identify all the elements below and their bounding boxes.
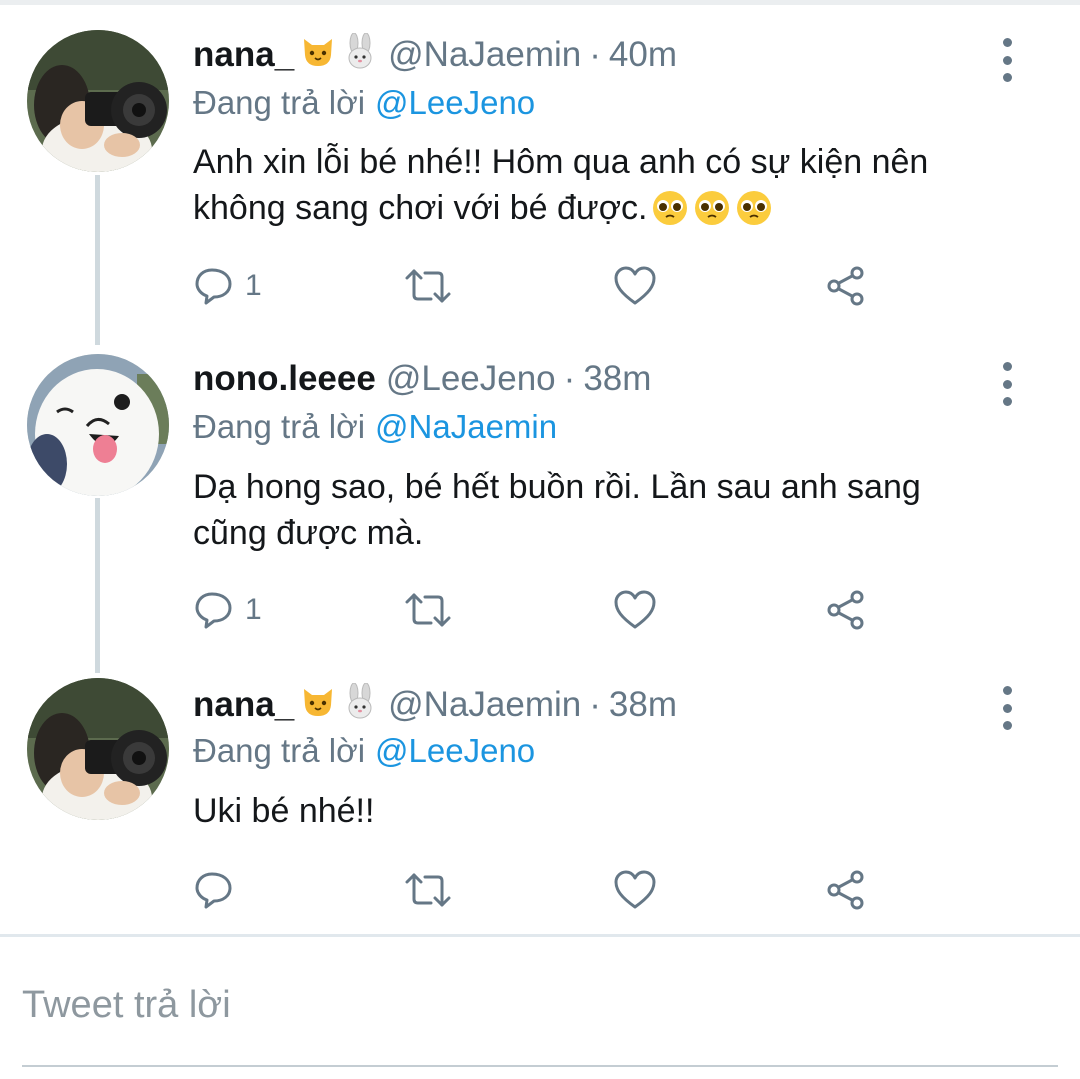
tweet-header: nana_ @NaJaemin · 40m — [193, 30, 677, 80]
replying-to-label: Đang trả lời — [193, 408, 366, 445]
rabbit-face-icon — [342, 32, 378, 78]
avatar[interactable] — [27, 678, 169, 820]
more-options-button[interactable] — [990, 362, 1024, 406]
tweet-text-line: không sang chơi với bé được. — [193, 185, 1033, 231]
more-vertical-icon — [1002, 362, 1012, 371]
tweet-header: nana_ @NaJaemin · 38m — [193, 680, 677, 730]
share-button[interactable] — [825, 868, 867, 912]
user-handle[interactable]: @NaJaemin — [388, 35, 581, 75]
retweet-icon — [405, 873, 451, 907]
replying-to-label: Đang trả lời — [193, 732, 366, 769]
tweet[interactable]: nono.leeee @LeeJeno · 38m Đang trả lời @… — [0, 330, 1080, 660]
reply-count: 1 — [245, 593, 262, 626]
tweet-text-line: Dạ hong sao, bé hết buồn rồi. Lần sau an… — [193, 468, 921, 506]
more-vertical-icon — [1002, 686, 1012, 695]
tweet-header: nono.leeee @LeeJeno · 38m — [193, 354, 651, 404]
timestamp[interactable]: 38m — [609, 685, 677, 725]
reply-button[interactable] — [193, 868, 235, 912]
more-options-button[interactable] — [990, 38, 1024, 82]
reply-count: 1 — [245, 269, 262, 302]
share-button[interactable] — [825, 264, 867, 308]
more-vertical-icon — [1002, 38, 1012, 47]
more-options-button[interactable] — [990, 686, 1024, 730]
reply-composer-underline — [22, 1065, 1058, 1067]
reply-target-link[interactable]: @LeeJeno — [375, 84, 535, 122]
tweet[interactable]: nana_ @NaJaemin · 38m Đang trả lời @LeeJ… — [0, 660, 1080, 934]
share-icon — [827, 590, 864, 630]
display-name[interactable]: nana_ — [193, 685, 294, 725]
reply-icon — [195, 592, 232, 629]
retweet-button[interactable] — [404, 868, 452, 912]
reply-composer-placeholder: Tweet trả lời — [22, 983, 231, 1026]
avatar-photo-icon — [27, 678, 169, 820]
heart-icon — [614, 870, 656, 909]
display-name[interactable]: nono.leeee — [193, 359, 376, 399]
user-handle[interactable]: @NaJaemin — [388, 685, 581, 725]
replying-to: Đang trả lời @LeeJeno — [193, 726, 535, 776]
retweet-button[interactable] — [404, 264, 452, 308]
retweet-icon — [405, 269, 451, 303]
reply-icon — [195, 872, 232, 909]
share-icon — [827, 870, 864, 910]
retweet-icon — [405, 593, 451, 627]
avatar[interactable] — [27, 30, 169, 172]
share-button[interactable] — [825, 588, 867, 632]
separator: · — [589, 685, 601, 724]
like-button[interactable] — [613, 588, 657, 632]
tweet-text: Uki bé nhé!! — [193, 788, 1033, 834]
replying-to: Đang trả lời @NaJaemin — [193, 402, 557, 452]
cat-face-icon — [300, 683, 336, 728]
tweet-text-line: Anh xin lỗi bé nhé!! Hôm qua anh có sự k… — [193, 143, 929, 181]
tweet[interactable]: nana_ @NaJaemin · 40m Đang trả lời @LeeJ… — [0, 0, 1080, 330]
replying-to: Đang trả lời @LeeJeno — [193, 78, 535, 128]
like-button[interactable] — [613, 868, 657, 912]
pleading-face-icon — [651, 189, 773, 227]
composer-divider — [0, 934, 1080, 937]
timestamp[interactable]: 40m — [609, 35, 677, 75]
reply-button[interactable]: 1 — [193, 264, 262, 308]
cat-face-icon — [300, 33, 336, 78]
reply-composer-input[interactable]: Tweet trả lời — [22, 975, 1058, 1035]
reply-target-link[interactable]: @NaJaemin — [375, 408, 557, 446]
avatar-photo-icon — [27, 30, 169, 172]
display-name[interactable]: nana_ — [193, 35, 294, 75]
avatar-photo-icon — [27, 354, 169, 496]
separator: · — [589, 35, 601, 74]
heart-icon — [614, 266, 656, 305]
tweet-text-line: cũng được mà. — [193, 514, 424, 552]
user-handle[interactable]: @LeeJeno — [386, 359, 556, 399]
like-button[interactable] — [613, 264, 657, 308]
reply-button[interactable]: 1 — [193, 588, 262, 632]
tweet-text: Anh xin lỗi bé nhé!! Hôm qua anh có sự k… — [193, 139, 1033, 231]
heart-icon — [614, 590, 656, 629]
avatar[interactable] — [27, 354, 169, 496]
separator: · — [563, 359, 576, 398]
rabbit-face-icon — [342, 682, 378, 728]
replying-to-label: Đang trả lời — [193, 84, 366, 121]
retweet-button[interactable] — [404, 588, 452, 632]
share-icon — [827, 266, 864, 306]
tweet-text: Dạ hong sao, bé hết buồn rồi. Lần sau an… — [193, 464, 1033, 556]
timestamp[interactable]: 38m — [583, 359, 651, 399]
reply-target-link[interactable]: @LeeJeno — [375, 732, 535, 770]
reply-icon — [195, 268, 232, 305]
tweet-text-line: Uki bé nhé!! — [193, 792, 375, 830]
